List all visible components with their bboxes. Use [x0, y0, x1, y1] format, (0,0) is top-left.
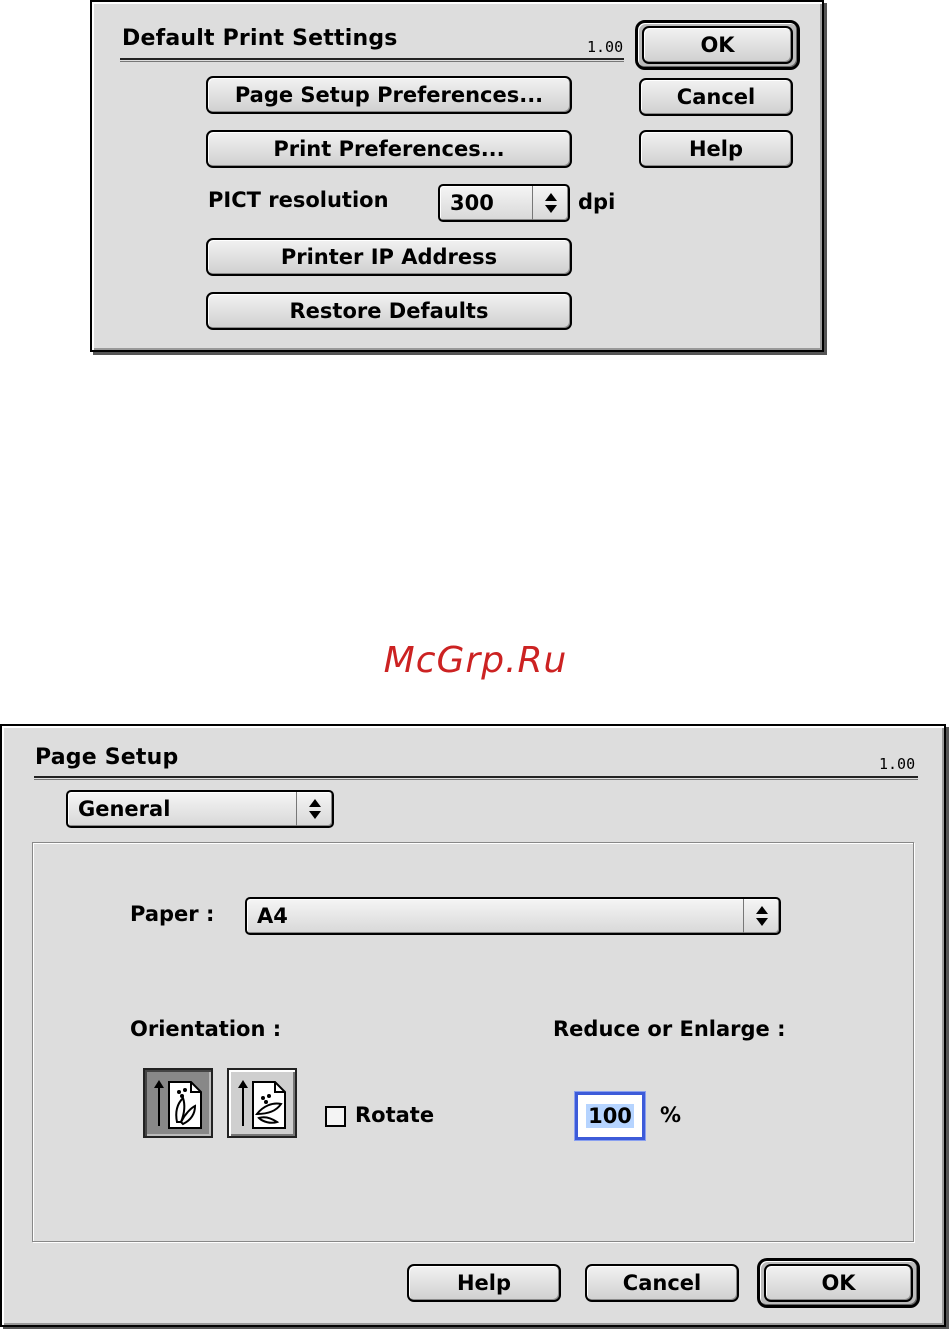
scale-percent-value: 100	[586, 1104, 634, 1128]
page-setup-preferences-button[interactable]: Page Setup Preferences...	[206, 76, 572, 114]
ok-button[interactable]: OK	[642, 26, 793, 64]
paper-label: Paper :	[130, 902, 215, 926]
dialog-title: Page Setup	[35, 745, 179, 770]
dpi-unit-label: dpi	[578, 190, 616, 214]
percent-unit-label: %	[660, 1103, 682, 1127]
scale-percent-input[interactable]: 100	[575, 1092, 645, 1140]
landscape-orientation-icon	[238, 1080, 286, 1129]
pict-resolution-value: 300	[450, 191, 494, 215]
orientation-label: Orientation :	[130, 1017, 282, 1041]
cancel-button[interactable]: Cancel	[585, 1264, 739, 1302]
version-label: 1.00	[879, 755, 916, 773]
rotate-checkbox[interactable]	[325, 1106, 346, 1127]
help-button[interactable]: Help	[407, 1264, 561, 1302]
version-label: 1.00	[587, 38, 624, 56]
section-select-value: General	[78, 797, 171, 821]
watermark-text: McGrp.Ru	[383, 640, 568, 681]
landscape-orientation-button[interactable]	[227, 1068, 297, 1138]
cancel-button[interactable]: Cancel	[639, 78, 793, 116]
up-down-arrows-icon	[743, 899, 779, 933]
restore-defaults-button[interactable]: Restore Defaults	[206, 292, 572, 330]
default-print-settings-dialog: Default Print Settings 1.00 OK Cancel He…	[90, 0, 824, 352]
portrait-orientation-icon	[154, 1080, 202, 1129]
up-down-arrows-icon	[532, 186, 568, 220]
title-divider	[120, 58, 624, 62]
reduce-enlarge-label: Reduce or Enlarge :	[553, 1017, 786, 1041]
print-preferences-button[interactable]: Print Preferences...	[206, 130, 572, 168]
printer-ip-address-button[interactable]: Printer IP Address	[206, 238, 572, 276]
section-select[interactable]: General	[66, 790, 334, 828]
portrait-orientation-button[interactable]	[143, 1068, 213, 1138]
help-button[interactable]: Help	[639, 130, 793, 168]
page-setup-dialog: Page Setup 1.00 General Paper : A4 Orien…	[0, 724, 946, 1327]
title-divider	[34, 776, 918, 780]
pict-resolution-select[interactable]: 300	[438, 184, 570, 222]
pict-resolution-label: PICT resolution	[208, 188, 389, 212]
paper-select[interactable]: A4	[245, 897, 781, 935]
up-down-arrows-icon	[296, 792, 332, 826]
dialog-title: Default Print Settings	[122, 26, 398, 51]
ok-button[interactable]: OK	[764, 1264, 913, 1302]
paper-select-value: A4	[257, 904, 288, 928]
rotate-label: Rotate	[355, 1103, 435, 1127]
